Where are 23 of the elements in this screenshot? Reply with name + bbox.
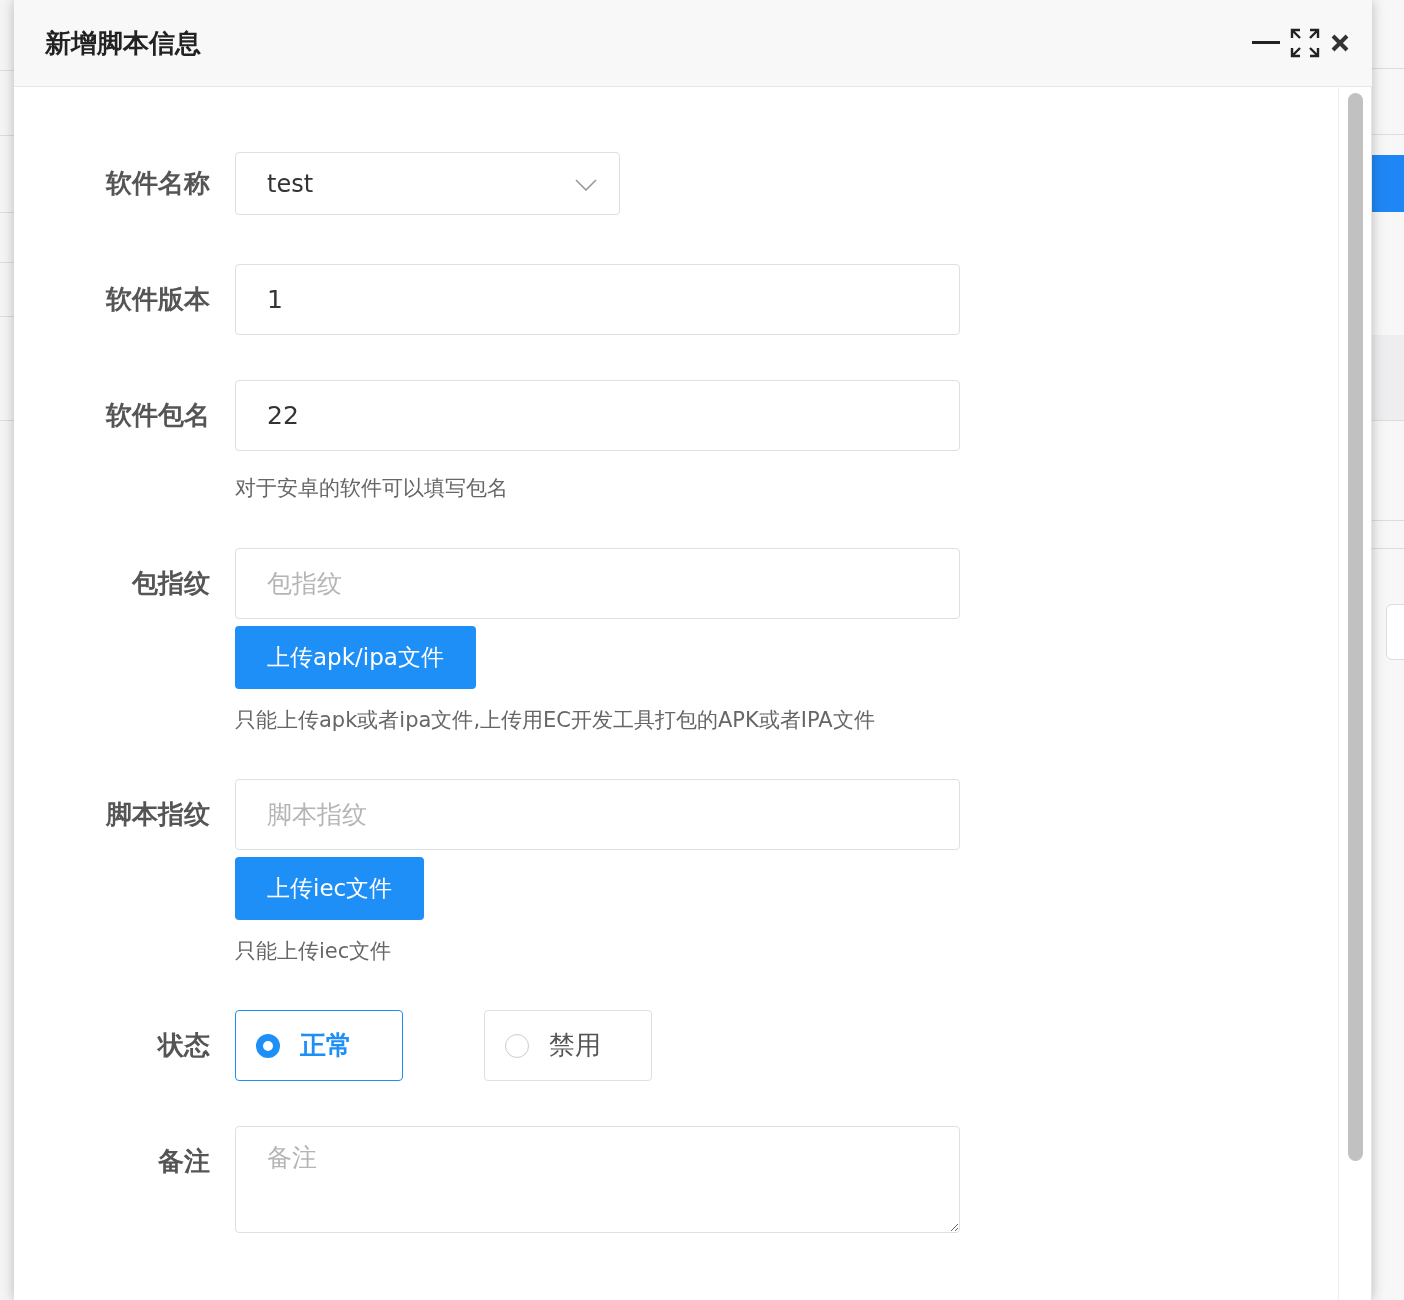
field-label: 软件版本 bbox=[104, 283, 211, 316]
chevron-down-icon bbox=[575, 179, 597, 191]
select-field[interactable]: test bbox=[235, 152, 620, 215]
close-button[interactable] bbox=[1330, 33, 1350, 53]
field-label: 软件名称 bbox=[104, 167, 211, 200]
field-label: 状态 bbox=[156, 1029, 211, 1062]
field-label: 软件包名 bbox=[104, 399, 211, 432]
dialog-title: 新增脚本信息 bbox=[45, 26, 201, 60]
hint-text: 只能上传apk或者ipa文件,上传用EC开发工具打包的APK或者IPA文件 bbox=[235, 707, 875, 734]
input-field[interactable]: 1 bbox=[235, 264, 960, 335]
minimize-button[interactable] bbox=[1252, 41, 1280, 45]
maximize-button[interactable] bbox=[1290, 28, 1320, 58]
field-label: 备注 bbox=[157, 1145, 211, 1178]
input-field[interactable]: 脚本指纹 bbox=[235, 779, 960, 850]
input-field[interactable]: 包指纹 bbox=[235, 548, 960, 619]
textarea-field[interactable]: 备注 bbox=[235, 1126, 960, 1233]
field-label: 包指纹 bbox=[130, 567, 211, 600]
hint-text: 只能上传iec文件 bbox=[235, 938, 392, 965]
hint-text: 对于安卓的软件可以填写包名 bbox=[235, 475, 508, 502]
radio-option[interactable]: 禁用 bbox=[484, 1010, 652, 1081]
field-label: 脚本指纹 bbox=[104, 798, 211, 831]
scrollbar-thumb[interactable] bbox=[1347, 93, 1363, 1161]
input-field[interactable]: 22 bbox=[235, 380, 960, 451]
